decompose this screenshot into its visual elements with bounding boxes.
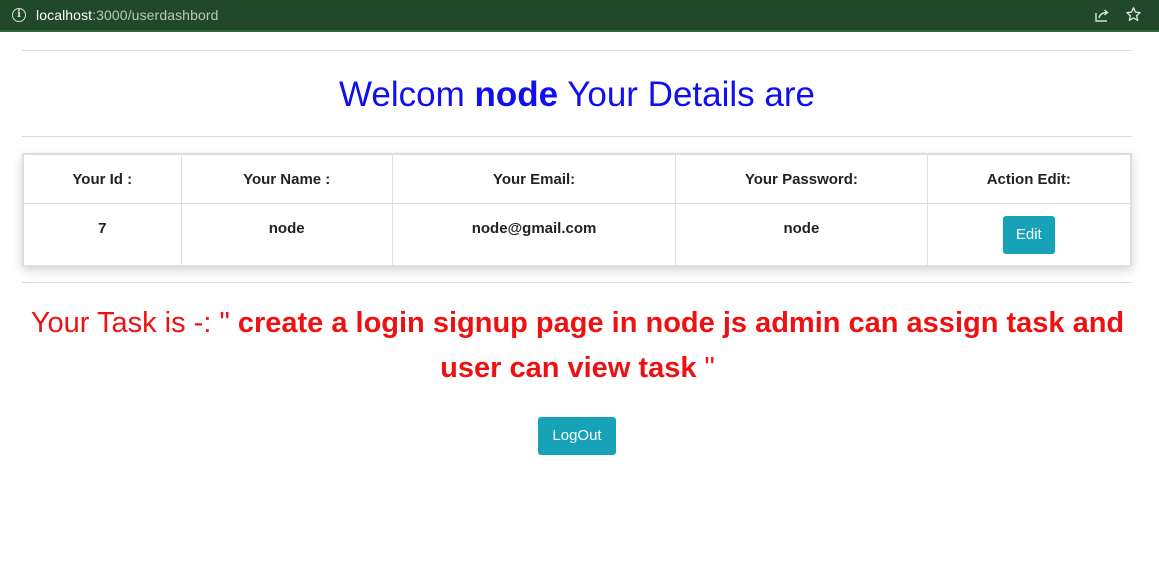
cell-email: node@gmail.com bbox=[391, 203, 677, 266]
url-path: :3000/userdashbord bbox=[92, 7, 219, 23]
cell-action: Edit bbox=[926, 203, 1132, 266]
page-title: Welcom node Your Details are bbox=[22, 72, 1132, 118]
header-id: Your Id : bbox=[23, 154, 182, 204]
title-prefix: Welcom bbox=[339, 75, 465, 114]
divider-middle bbox=[22, 136, 1132, 137]
header-email: Your Email: bbox=[391, 154, 677, 204]
title-suffix: Your Details are bbox=[567, 75, 815, 114]
url-host: localhost bbox=[36, 7, 93, 23]
task-text: Your Task is -: " create a login signup … bbox=[10, 301, 1145, 391]
edit-button[interactable]: Edit bbox=[1002, 216, 1055, 254]
cell-id: 7 bbox=[23, 203, 182, 266]
info-icon[interactable]: i bbox=[12, 8, 26, 22]
bookmark-star-icon[interactable] bbox=[1125, 6, 1142, 23]
table-header-row: Your Id : Your Name : Your Email: Your P… bbox=[23, 154, 1132, 204]
task-suffix: " bbox=[704, 352, 715, 384]
cell-password: node bbox=[675, 203, 928, 266]
cell-name: node bbox=[180, 203, 393, 266]
logout-button[interactable]: LogOut bbox=[538, 417, 616, 455]
title-username: node bbox=[474, 75, 559, 114]
user-details-table: Your Id : Your Name : Your Email: Your P… bbox=[22, 153, 1132, 266]
header-action: Action Edit: bbox=[926, 154, 1132, 204]
header-name: Your Name : bbox=[180, 154, 393, 204]
divider-top bbox=[22, 50, 1132, 51]
browser-address-bar: i localhost:3000/userdashbord bbox=[0, 0, 1159, 32]
task-description: create a login signup page in node js ad… bbox=[237, 307, 1125, 384]
share-icon[interactable] bbox=[1094, 7, 1110, 23]
divider-bottom bbox=[22, 282, 1132, 283]
task-prefix: Your Task is -: " bbox=[30, 307, 230, 339]
header-password: Your Password: bbox=[675, 154, 928, 204]
url-field[interactable]: localhost:3000/userdashbord bbox=[36, 7, 219, 23]
table-row: 7 node node@gmail.com node Edit bbox=[23, 203, 1132, 266]
